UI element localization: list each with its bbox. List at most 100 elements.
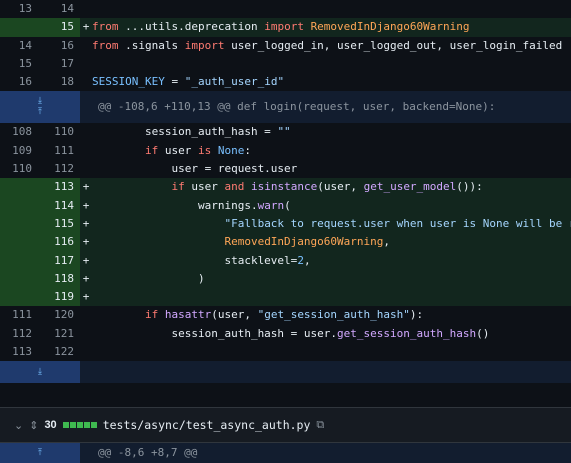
new-line-number[interactable]: 14 (40, 0, 80, 19)
new-line-number[interactable]: 119 (40, 288, 80, 307)
old-line-number[interactable]: 15 (0, 54, 40, 74)
old-line-number[interactable] (0, 251, 40, 270)
diff-line-context: 14 16 from .signals import user_logged_in… (0, 36, 571, 55)
code-token: warnings. (92, 198, 258, 212)
code-token: get_session_auth_hash (337, 326, 477, 340)
new-line-number[interactable]: 122 (40, 343, 80, 362)
diff-sign: + (82, 235, 90, 249)
code-token: = (164, 75, 185, 89)
new-line-number[interactable]: 121 (40, 324, 80, 344)
new-line-number[interactable]: 111 (40, 141, 80, 161)
old-line-number[interactable]: 16 (0, 73, 40, 92)
diff-sign (80, 37, 92, 55)
code-token: "get_session_auth_hash" (257, 308, 410, 322)
code-line: if hasattr(user, "get_session_auth_hash"… (92, 306, 571, 324)
hunk-footer: ⤓ (0, 361, 571, 384)
old-line-number[interactable] (0, 178, 40, 197)
old-line-number[interactable]: 112 (0, 324, 40, 344)
code-token: user (191, 180, 225, 194)
code-token: is (197, 143, 218, 157)
code-token: session_auth_hash = (92, 125, 278, 139)
diff-sign (80, 123, 92, 141)
new-line-number[interactable]: 113 (40, 178, 80, 197)
expand-hunk-button[interactable]: ⤓ ⤒ (0, 91, 80, 124)
code-token: "_auth_user_id" (184, 75, 285, 89)
diff-sign: + (82, 271, 90, 285)
code-token: : (244, 143, 251, 157)
diff-line-added: 15 + from ...utils.deprecation import Remo… (0, 18, 571, 37)
code-token: if (144, 143, 165, 157)
hunk-header-2: ⤒ @@ -8,6 +8,7 @@ (0, 443, 571, 463)
code-token: isinstance (250, 180, 318, 194)
diffstat-bar (62, 422, 69, 429)
new-line-number[interactable]: 18 (40, 73, 80, 92)
new-line-number[interactable]: 120 (40, 306, 80, 325)
expand-up-icon: ⤒ (38, 448, 42, 459)
old-line-number[interactable] (0, 196, 40, 215)
old-line-number[interactable]: 113 (0, 343, 40, 362)
expand-up-button[interactable]: ⤒ (0, 443, 80, 463)
old-line-number[interactable] (0, 288, 40, 307)
code-token: stacklevel= (92, 253, 298, 267)
code-token: session_auth_hash = user. (92, 326, 338, 340)
old-line-number[interactable]: 109 (0, 141, 40, 161)
new-line-number[interactable]: 16 (40, 36, 80, 55)
code-token: SESSION_KEY (92, 75, 165, 89)
new-line-number[interactable]: 15 (40, 18, 80, 37)
code-token: hasattr (164, 308, 212, 322)
new-line-number[interactable]: 115 (40, 214, 80, 234)
expand-down-icon: ⤓ (38, 366, 42, 377)
expand-down-icon: ⤓ (38, 96, 42, 107)
new-line-number[interactable]: 110 (40, 123, 80, 142)
diff-sign: + (82, 253, 90, 267)
old-line-number[interactable]: 14 (0, 36, 40, 55)
code-token: "" (277, 125, 291, 139)
code-token: user_logged_in, user_logged_out, user_lo… (231, 38, 563, 52)
change-count: 30 (44, 419, 57, 432)
expand-down-button[interactable]: ⤓ (0, 361, 80, 384)
new-line-number[interactable]: 17 (40, 54, 80, 74)
old-line-number[interactable] (0, 233, 40, 252)
code-token: import (264, 20, 311, 34)
diffstat-bars (62, 422, 97, 429)
code-token: () (476, 326, 490, 340)
new-line-number[interactable]: 116 (40, 233, 80, 252)
diff-line-added: 117 + stacklevel=2, (0, 251, 571, 270)
expand-all-icon[interactable]: ⇕ (29, 419, 38, 432)
code-line: RemovedInDjango60Warning, (92, 233, 571, 251)
new-line-number[interactable]: 114 (40, 196, 80, 215)
old-line-number[interactable] (0, 214, 40, 234)
diff-sign (80, 325, 92, 343)
code-line: from ...utils.deprecation import Removed… (92, 18, 571, 36)
new-line-number[interactable]: 112 (40, 160, 80, 179)
old-line-number[interactable]: 111 (0, 306, 40, 325)
old-line-number[interactable] (0, 269, 40, 289)
chevron-down-icon[interactable]: ⌄ (14, 419, 23, 432)
hunk-header-text-2: @@ -8,6 +8,7 @@ (98, 446, 198, 460)
old-line-number[interactable]: 110 (0, 160, 40, 179)
code-token: , (383, 235, 391, 249)
old-line-number[interactable]: 13 (0, 0, 40, 19)
diff-line-added: 118 + ) (0, 269, 571, 289)
file-name[interactable]: tests/async/test_async_auth.py (103, 418, 311, 432)
diffstat-bar (90, 422, 97, 429)
code-token: and (224, 180, 251, 194)
old-line-number[interactable]: 108 (0, 123, 40, 142)
code-token: , (303, 253, 311, 267)
copy-icon[interactable]: ⧉ (316, 419, 324, 432)
new-line-number[interactable]: 118 (40, 269, 80, 289)
hunk-header: ⤓ ⤒ @@ -108,6 +110,13 @@ def login(reque… (0, 91, 571, 124)
diff-sign: + (82, 198, 90, 212)
code-token: None (217, 143, 245, 157)
diff-sign (80, 343, 92, 361)
old-line-number[interactable] (0, 18, 40, 37)
diff-line-context: 110 112 user = request.user (0, 160, 571, 179)
new-line-number[interactable]: 117 (40, 251, 80, 270)
hunk-header-text: @@ -108,6 +110,13 @@ def login(request, … (98, 100, 496, 114)
